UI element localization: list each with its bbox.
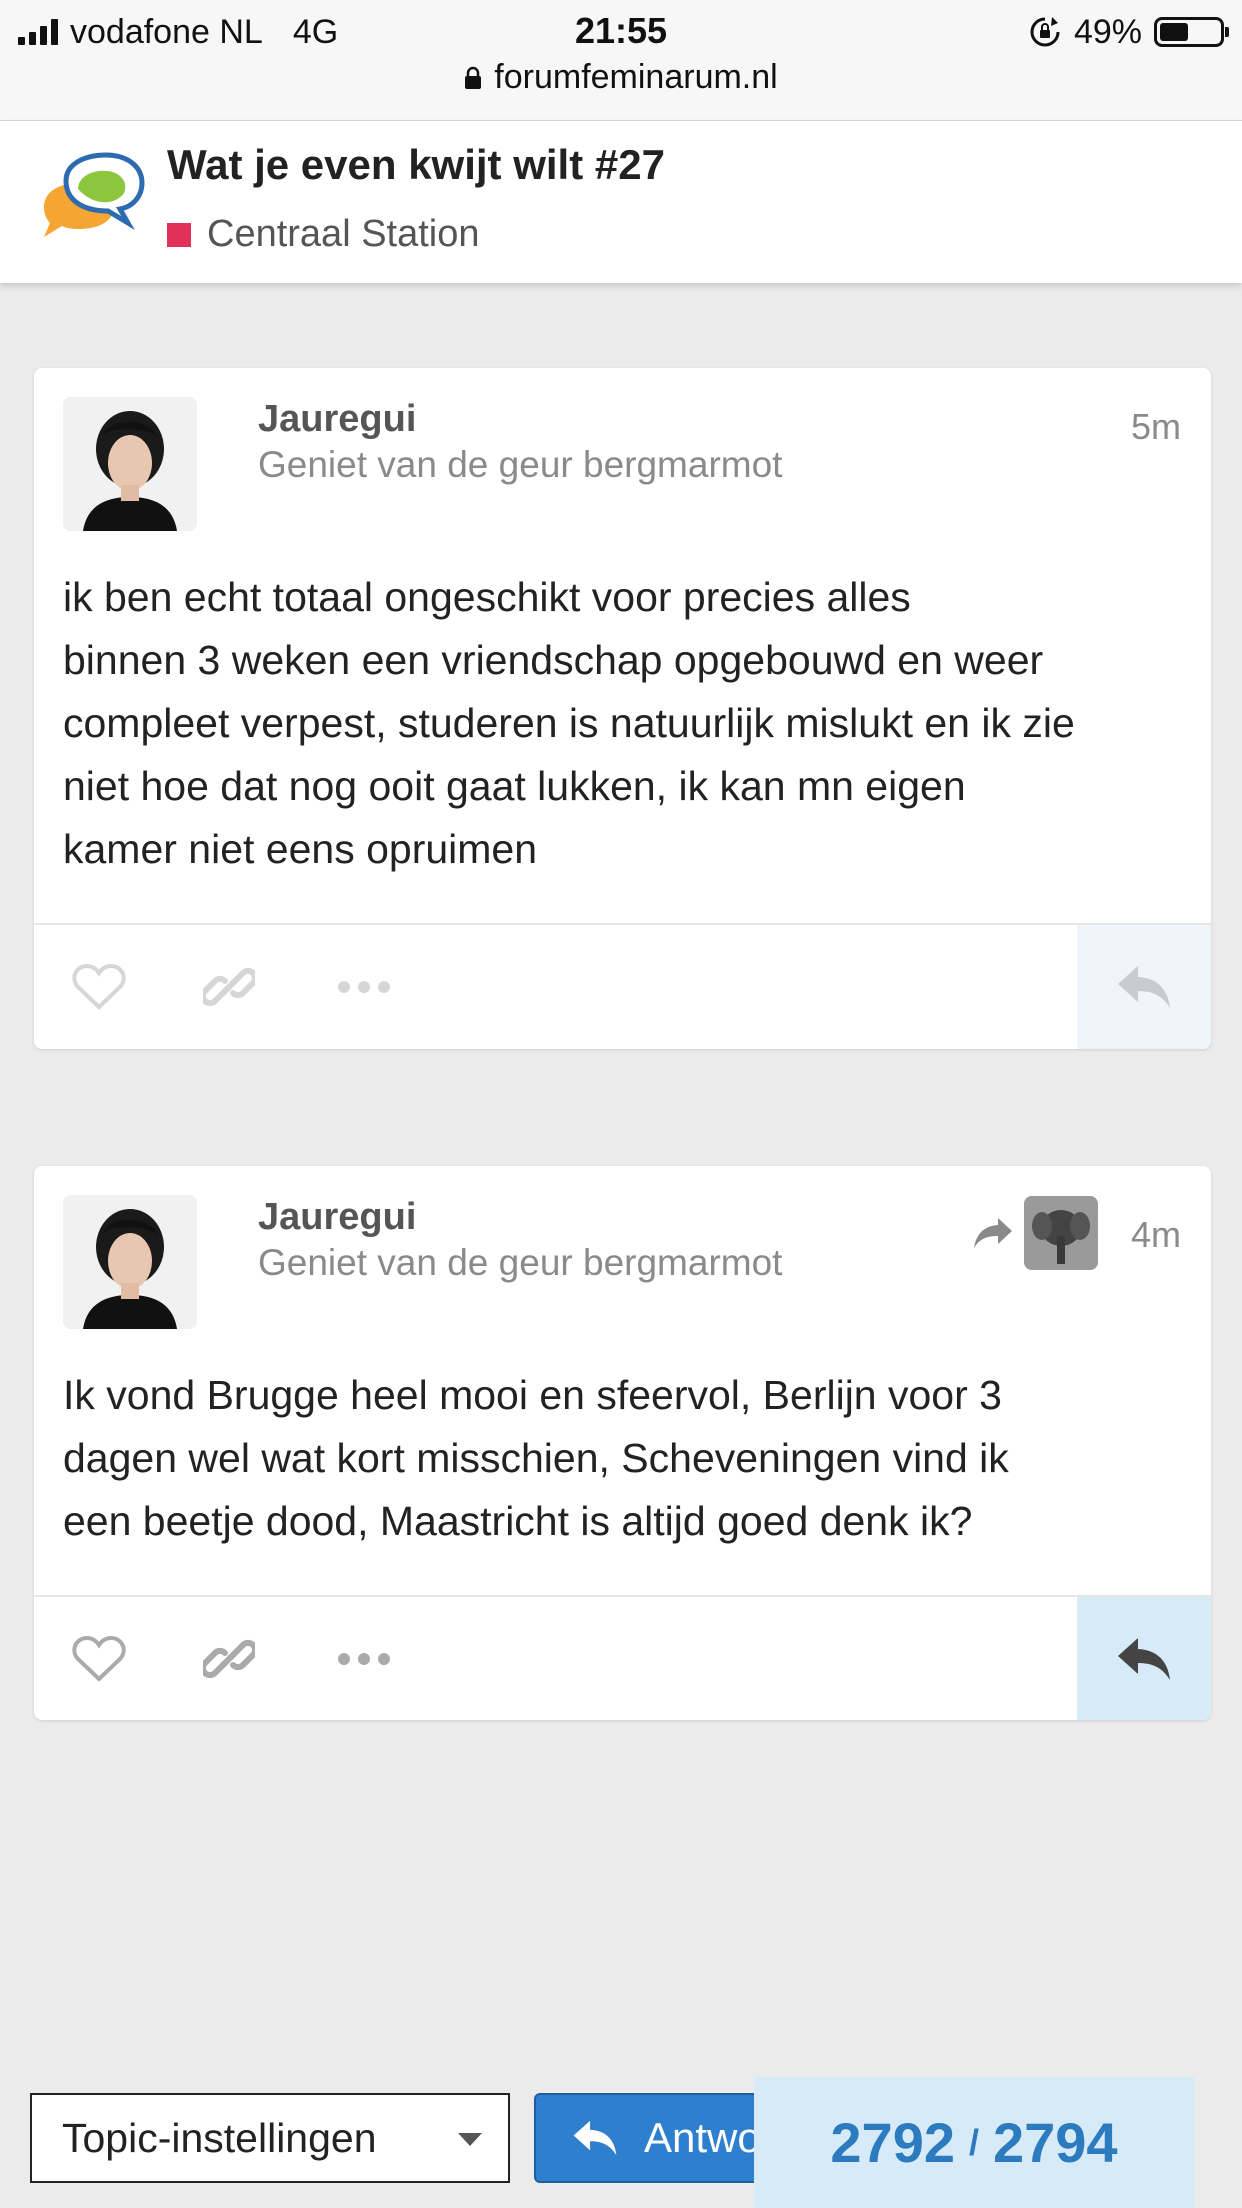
category-name: Centraal Station: [207, 213, 480, 255]
share-arrow-icon: [974, 1218, 1012, 1248]
more-icon: [338, 981, 390, 993]
reply-button[interactable]: [1077, 1597, 1211, 1720]
progress-separator: /: [968, 2121, 979, 2163]
post: Jauregui Geniet van de geur bergmarmot 4…: [34, 1166, 1211, 1720]
avatar-image: [63, 1195, 197, 1329]
category-color-square: [167, 222, 191, 247]
post-body-line: niet hoe dat nog ooit gaat lukken, ik ka…: [63, 763, 966, 809]
post-body-line: ik ben echt totaal ongeschikt voor preci…: [63, 574, 911, 620]
reply-icon: [1118, 966, 1170, 1008]
post-body-line: Ik vond Brugge heel mooi en sfeervol, Be…: [63, 1372, 1002, 1418]
post-body-line: kamer niet eens opruimen: [63, 826, 538, 872]
more-button[interactable]: [324, 925, 404, 1049]
heart-icon: [72, 1635, 126, 1682]
post-age[interactable]: 5m: [1131, 406, 1181, 448]
post-body-line: compleet verpest, studeren is natuurlijk…: [63, 700, 1075, 746]
topic-settings-dropdown[interactable]: Topic-instellingen: [30, 2093, 510, 2183]
battery-icon: [1154, 17, 1229, 47]
post-actions: [34, 923, 1211, 1049]
topic-progress[interactable]: 2792 / 2794: [754, 2077, 1194, 2208]
avatar-image: [63, 397, 197, 531]
reply-button[interactable]: [1077, 925, 1211, 1049]
post-body-line: binnen 3 weken een vriendschap opgebouwd…: [63, 637, 1044, 683]
status-left: vodafone NL 4G: [18, 10, 338, 54]
progress-total: 2794: [993, 2111, 1118, 2174]
like-button[interactable]: [64, 1597, 134, 1720]
reply-icon: [1118, 1638, 1170, 1680]
status-bar: vodafone NL 4G 21:55 49% forumfeminarum.…: [0, 0, 1242, 121]
network-type: 4G: [292, 12, 339, 51]
link-icon: [203, 1639, 255, 1679]
topic-header: Wat je even kwijt wilt #27 Centraal Stat…: [0, 121, 1242, 283]
heart-icon: [72, 963, 126, 1010]
post-user-title: Geniet van de geur bergmarmot: [258, 1242, 783, 1283]
reply-to-avatar: [1024, 1196, 1098, 1270]
reply-to-indicator[interactable]: [972, 1196, 1098, 1270]
post-username[interactable]: Jauregui: [258, 398, 416, 441]
category-badge[interactable]: Centraal Station: [167, 213, 480, 256]
battery-percent: 49%: [1073, 12, 1142, 51]
status-right: 49%: [1028, 10, 1229, 54]
topic-settings-label: Topic-instellingen: [62, 2114, 377, 2161]
post-body-line: dagen wel wat kort misschien, Schevening…: [63, 1435, 1009, 1481]
link-icon: [203, 967, 255, 1007]
reply-icon: [573, 2120, 617, 2156]
post-actions: [34, 1595, 1211, 1720]
share-link-button[interactable]: [194, 925, 264, 1049]
elephant-avatar-image: [1024, 1196, 1098, 1270]
avatar[interactable]: [63, 1195, 197, 1329]
forum-logo[interactable]: [36, 149, 146, 249]
progress-current: 2792: [830, 2111, 955, 2174]
signal-icon: [18, 19, 58, 45]
post-user-title: Geniet van de geur bergmarmot: [258, 444, 783, 485]
like-button[interactable]: [64, 925, 134, 1049]
more-icon: [338, 1653, 390, 1665]
rotation-lock-icon: [1030, 17, 1060, 47]
post-body: ik ben echt totaal ongeschikt voor preci…: [63, 566, 1188, 881]
answer-button[interactable]: Antwoord: [534, 2093, 784, 2183]
topic-title[interactable]: Wat je even kwijt wilt #27: [167, 141, 665, 189]
more-button[interactable]: [324, 1597, 404, 1720]
post-age[interactable]: 4m: [1131, 1214, 1181, 1256]
post-body: Ik vond Brugge heel mooi en sfeervol, Be…: [63, 1364, 1188, 1553]
post-username[interactable]: Jauregui: [258, 1196, 416, 1239]
padlock-icon: [465, 66, 482, 89]
avatar[interactable]: [63, 397, 197, 531]
share-link-button[interactable]: [194, 1597, 264, 1720]
page-url: forumfeminarum.nl: [494, 58, 778, 96]
topic-footer: Topic-instellingen Antwoord 2792 / 2794: [0, 2070, 1242, 2208]
battery-level: [1160, 23, 1189, 41]
post-body-line: een beetje dood, Maastricht is altijd go…: [63, 1498, 973, 1544]
address-bar[interactable]: forumfeminarum.nl: [0, 58, 1242, 97]
post: Jauregui Geniet van de geur bergmarmot 5…: [34, 368, 1211, 1049]
carrier-name: vodafone NL: [70, 12, 263, 51]
chevron-down-icon: [458, 2133, 482, 2146]
